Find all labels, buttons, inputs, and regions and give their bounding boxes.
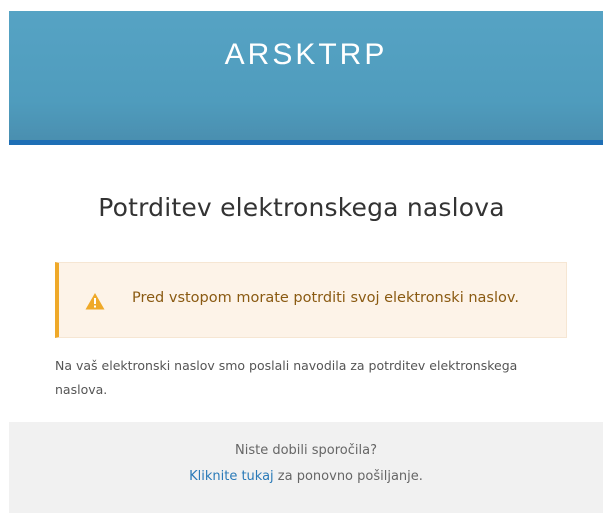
resend-footer: Niste dobili sporočila? Kliknite tukaj z… [9,422,603,513]
brand-logo-text[interactable]: ARSKTRP [9,38,603,72]
resend-line: Kliknite tukaj za ponovno pošiljanje. [9,469,603,484]
alert-message: Pred vstopom morate potrditi svoj elektr… [132,290,519,306]
page-title: Potrditev elektronskega naslova [98,193,505,222]
resend-suffix: za ponovno pošiljanje. [273,469,423,484]
header-accent-bar [9,140,603,145]
resend-question: Niste dobili sporočila? [235,443,377,458]
site-header: ARSKTRP [9,11,603,140]
info-text: Na vaš elektronski naslov smo poslali na… [55,358,518,397]
warning-icon [85,292,105,310]
resend-link[interactable]: Kliknite tukaj [189,469,274,484]
verification-alert: Pred vstopom morate potrditi svoj elektr… [55,262,567,338]
